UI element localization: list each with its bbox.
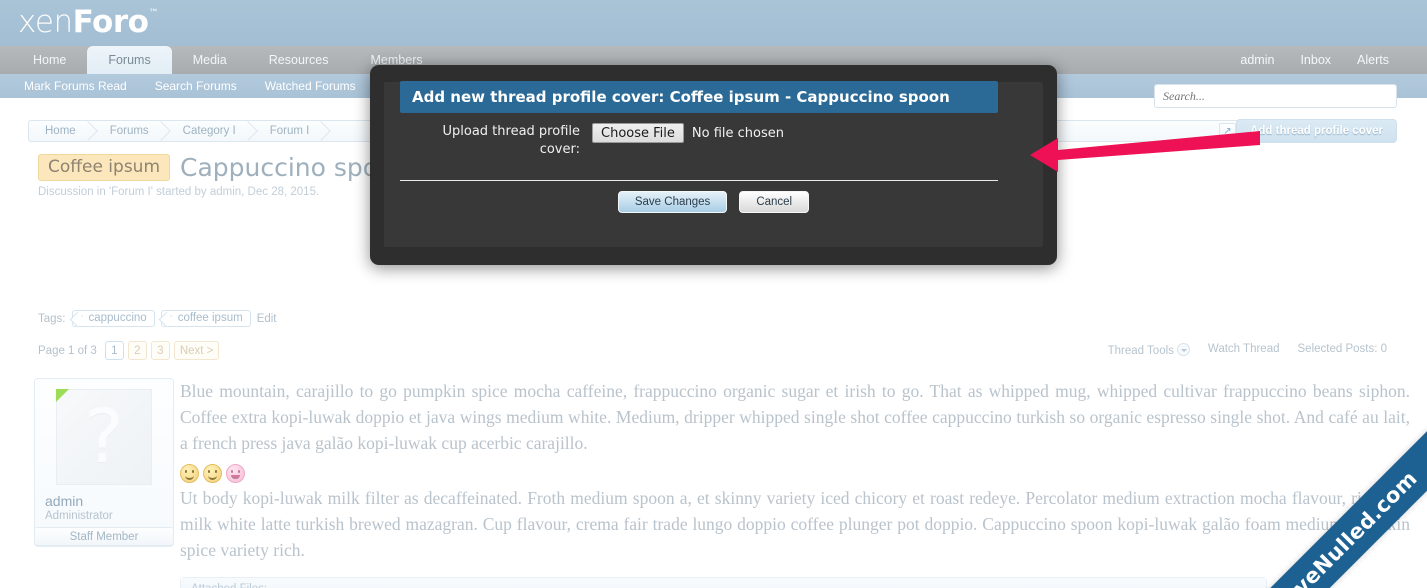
logo-text-thin: xen bbox=[18, 4, 73, 40]
modal-form: Upload thread profile cover: Choose File… bbox=[400, 123, 998, 159]
pagination-page-2[interactable]: 2 bbox=[127, 341, 147, 360]
cancel-button[interactable]: Cancel bbox=[739, 191, 810, 213]
modal-divider bbox=[400, 180, 998, 181]
subnav-watched-forums[interactable]: Watched Forums bbox=[265, 74, 356, 98]
breadcrumb-item-home[interactable]: Home bbox=[29, 121, 94, 141]
breadcrumb-item-forums[interactable]: Forums bbox=[94, 121, 167, 141]
pagination-label: Page 1 of 3 bbox=[38, 344, 97, 357]
wink-emoticon bbox=[203, 464, 222, 483]
site-header: xenForo™ bbox=[0, 0, 1427, 46]
thread-subtitle: Discussion in 'Forum I' started by admin… bbox=[38, 186, 320, 198]
selected-posts-count: Selected Posts: 0 bbox=[1297, 343, 1388, 355]
pagination: Page 1 of 3 1 2 3 Next > bbox=[38, 341, 220, 360]
upload-field-label: Upload thread profile cover: bbox=[442, 124, 581, 157]
thread-tools-bar: Thread Tools Watch Thread Selected Posts… bbox=[1108, 341, 1387, 357]
pagination-next[interactable]: Next > bbox=[173, 341, 220, 360]
post-username[interactable]: admin bbox=[43, 493, 165, 509]
attachments-header: Attached Files: bbox=[181, 578, 1266, 588]
tags-label: Tags: bbox=[38, 312, 66, 325]
nav-tab-media[interactable]: Media bbox=[172, 46, 248, 74]
add-thread-profile-cover-button[interactable]: Add thread profile cover bbox=[1236, 119, 1397, 143]
modal-dialog: Add new thread profile cover: Coffee ips… bbox=[370, 65, 1057, 265]
modal-title: Add new thread profile cover: Coffee ips… bbox=[400, 81, 998, 113]
search-container bbox=[1154, 84, 1397, 108]
logo-text-bold: Foro bbox=[72, 4, 149, 40]
tag-cappuccino[interactable]: cappuccino bbox=[71, 310, 155, 327]
post-paragraph-1: Blue mountain, carajillo to go pumpkin s… bbox=[180, 381, 1410, 453]
post-paragraph-2: Ut body kopi-luwak milk filter as decaff… bbox=[180, 488, 1410, 560]
post-user-title: Administrator bbox=[45, 510, 113, 522]
nav-account-admin[interactable]: admin bbox=[1240, 46, 1274, 74]
file-input-control[interactable]: Choose File No file chosen bbox=[592, 123, 784, 143]
tags-edit-link[interactable]: Edit bbox=[257, 313, 277, 325]
logo-trademark: ™ bbox=[148, 8, 158, 19]
avatar[interactable]: ? bbox=[56, 389, 152, 485]
tongue-emoticon bbox=[226, 464, 245, 483]
breadcrumb-item-category[interactable]: Category I bbox=[167, 121, 254, 141]
modal-button-row: Save Changes Cancel bbox=[370, 191, 1057, 213]
subnav-search-forums[interactable]: Search Forums bbox=[155, 74, 237, 98]
nav-tab-resources[interactable]: Resources bbox=[248, 46, 350, 74]
post-emoticons bbox=[180, 464, 1410, 483]
breadcrumb-item-forum[interactable]: Forum I bbox=[254, 121, 328, 141]
save-changes-button[interactable]: Save Changes bbox=[617, 191, 728, 213]
thread-title-row: Coffee ipsum Cappuccino spoon bbox=[38, 153, 409, 182]
forum-page: xenForo™ Home Forums Media Resources Mem… bbox=[0, 0, 1427, 588]
attachments-block: Attached Files: 333489.jpg File size: 34… bbox=[180, 577, 1267, 588]
smile-emoticon bbox=[180, 464, 199, 483]
nav-tab-home[interactable]: Home bbox=[12, 46, 87, 74]
chevron-down-icon[interactable] bbox=[1176, 343, 1190, 356]
tag-coffee-ipsum[interactable]: coffee ipsum bbox=[160, 310, 251, 327]
account-navigation: admin Inbox Alerts bbox=[1240, 46, 1389, 74]
thread-tools-label: Thread Tools bbox=[1107, 345, 1174, 357]
online-indicator-icon bbox=[56, 389, 69, 402]
staff-member-banner: Staff Member bbox=[34, 527, 174, 546]
no-file-chosen-text: No file chosen bbox=[691, 125, 784, 141]
watch-thread-button[interactable]: Watch Thread bbox=[1208, 343, 1280, 355]
nav-tab-forums[interactable]: Forums bbox=[87, 46, 172, 74]
pagination-page-3[interactable]: 3 bbox=[150, 341, 170, 360]
search-input[interactable] bbox=[1154, 84, 1397, 108]
avatar-placeholder-glyph: ? bbox=[84, 394, 124, 480]
site-logo[interactable]: xenForo™ bbox=[18, 4, 158, 40]
subnav-mark-forums-read[interactable]: Mark Forums Read bbox=[24, 74, 127, 98]
nav-inbox[interactable]: Inbox bbox=[1300, 46, 1331, 74]
choose-file-button[interactable]: Choose File bbox=[592, 123, 684, 143]
pagination-page-1[interactable]: 1 bbox=[104, 341, 124, 360]
post-message-body: Blue mountain, carajillo to go pumpkin s… bbox=[180, 378, 1410, 588]
upload-field-row: Upload thread profile cover: Choose File… bbox=[400, 123, 998, 159]
tags-row: Tags: cappuccino coffee ipsum Edit bbox=[38, 310, 277, 327]
post-user-info: ? admin Administrator Staff Member bbox=[34, 378, 174, 547]
nav-alerts[interactable]: Alerts bbox=[1357, 46, 1389, 74]
annotation-arrow-icon bbox=[1030, 131, 1260, 172]
thread-prefix-badge: Coffee ipsum bbox=[38, 154, 171, 181]
thread-tools-button[interactable]: Thread Tools bbox=[1108, 341, 1190, 357]
